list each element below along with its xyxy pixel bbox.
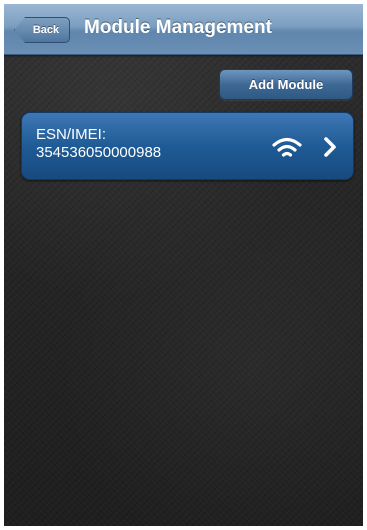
page-title: Module Management: [84, 17, 272, 38]
esn-imei-value: 354536050000988: [36, 144, 162, 161]
app-screen: Back Module Management Add Module ESN/IM…: [4, 4, 363, 526]
wifi-icon: [272, 137, 302, 157]
module-list-item[interactable]: ESN/IMEI: 354536050000988: [21, 112, 354, 180]
navigation-bar: Back Module Management: [4, 4, 363, 55]
esn-imei-label: ESN/IMEI:: [36, 126, 107, 143]
chevron-right-icon: [324, 137, 336, 157]
add-module-button[interactable]: Add Module: [219, 69, 353, 100]
back-button[interactable]: Back: [14, 17, 70, 43]
